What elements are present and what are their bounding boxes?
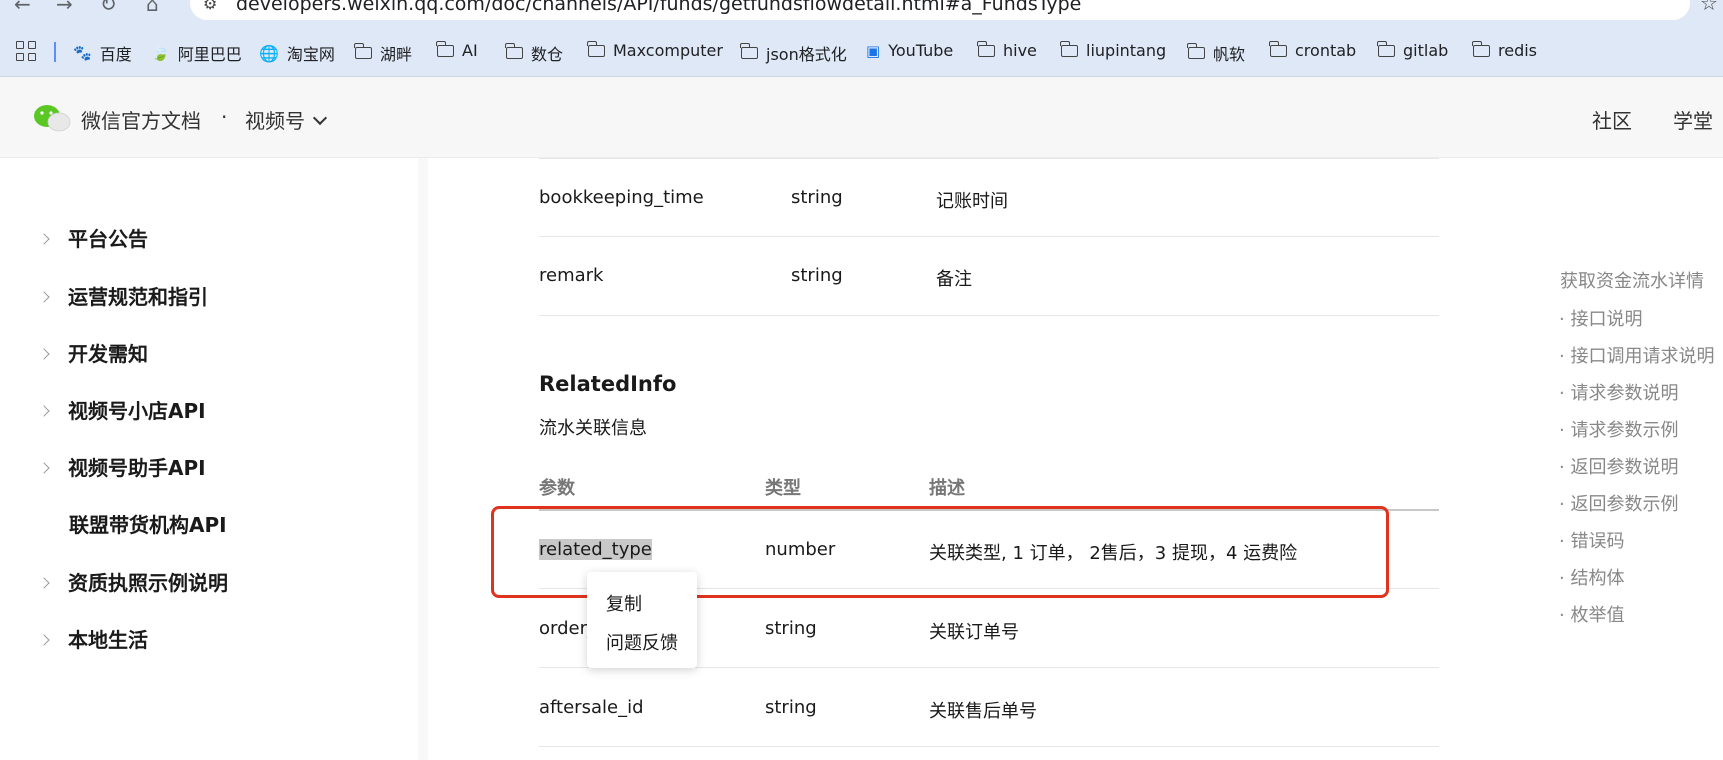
bookmark-hupan[interactable]: 湖畔 xyxy=(354,41,412,65)
chevron-right-icon xyxy=(38,233,50,245)
bookmark-crontab[interactable]: crontab xyxy=(1269,40,1356,60)
alibaba-icon: 🍃 xyxy=(151,44,170,62)
section-subtitle: 流水关联信息 xyxy=(539,418,647,439)
section-title: RelatedInfo xyxy=(539,372,677,396)
bookmark-liupintang[interactable]: liupintang xyxy=(1060,40,1166,60)
table-cell-param: bookkeeping_time xyxy=(539,187,704,208)
table-header-desc: 描述 xyxy=(929,478,965,499)
section-dropdown[interactable]: 视频号 xyxy=(245,105,328,134)
site-info-icon[interactable]: ⚙ xyxy=(203,0,217,13)
table-cell-type: string xyxy=(765,697,817,718)
baidu-icon: 🐾 xyxy=(73,44,92,62)
folder-icon xyxy=(1377,40,1395,57)
folder-icon xyxy=(1187,43,1205,59)
sidebar-divider xyxy=(418,158,428,760)
bookmark-hive[interactable]: hive xyxy=(977,40,1037,60)
table-cell-desc: 记账时间 xyxy=(936,191,1008,212)
sidebar-item-shop-api[interactable]: 视频号小店API xyxy=(38,395,206,424)
apps-icon[interactable] xyxy=(16,41,36,61)
chevron-right-icon xyxy=(38,577,50,589)
table-cell-param: aftersale_id xyxy=(539,697,644,718)
chevron-right-icon xyxy=(38,634,50,646)
sidebar-item-dev-notes[interactable]: 开发需知 xyxy=(38,338,148,367)
url-text[interactable]: developers.weixin.qq.com/doc/channels/AP… xyxy=(236,0,1081,15)
context-menu-feedback[interactable]: 问题反馈 xyxy=(606,629,678,655)
table-cell-type: string xyxy=(791,265,843,286)
site-brand[interactable]: 微信官方文档 xyxy=(81,105,201,134)
section-label: 视频号 xyxy=(245,109,305,133)
toc-item[interactable]: · 请求参数说明 xyxy=(1559,379,1678,405)
youtube-icon: ▣ xyxy=(866,41,881,60)
table-cell-desc: 关联订单号 xyxy=(929,622,1019,643)
chevron-right-icon xyxy=(38,405,50,417)
context-menu: 复制 问题反馈 xyxy=(587,572,697,668)
bookmark-shucang[interactable]: 数仓 xyxy=(505,41,563,65)
toc-item[interactable]: · 请求参数示例 xyxy=(1559,416,1678,442)
chevron-right-icon xyxy=(38,462,50,474)
folder-icon xyxy=(977,40,995,57)
table-cell-type: string xyxy=(765,618,817,639)
table-cell-param: remark xyxy=(539,265,604,286)
folder-icon xyxy=(436,40,454,57)
sidebar-item-assistant-api[interactable]: 视频号助手API xyxy=(38,452,206,481)
sidebar-item-alliance-api[interactable]: 联盟带货机构API xyxy=(40,509,227,538)
table-divider xyxy=(539,315,1439,316)
folder-icon xyxy=(1269,40,1287,57)
bookmark-maxcomputer[interactable]: Maxcomputer xyxy=(587,40,723,60)
toc-item[interactable]: · 返回参数说明 xyxy=(1559,453,1678,479)
chevron-right-icon xyxy=(38,348,50,360)
bookmark-ai[interactable]: AI xyxy=(436,40,478,60)
nav-community[interactable]: 社区 xyxy=(1592,105,1632,134)
chevron-down-icon xyxy=(312,110,328,126)
folder-icon xyxy=(1472,40,1490,57)
table-cell-desc: 关联售后单号 xyxy=(929,701,1037,722)
sidebar-item-operation-guide[interactable]: 运营规范和指引 xyxy=(38,281,208,310)
bookmark-taobao[interactable]: 🌐 淘宝网 xyxy=(259,41,335,65)
table-header-type: 类型 xyxy=(765,478,801,499)
table-cell-type: string xyxy=(791,187,843,208)
folder-icon xyxy=(740,43,758,59)
bookmarks-separator xyxy=(54,42,56,62)
browser-toolbar: ← → ↻ ⌂ ⚙ developers.weixin.qq.com/doc/c… xyxy=(0,0,1723,22)
folder-icon xyxy=(505,43,523,59)
reload-icon[interactable]: ↻ xyxy=(100,0,117,16)
bookmark-star-icon[interactable]: ☆ xyxy=(1700,0,1718,15)
table-divider xyxy=(539,158,1439,159)
table-divider xyxy=(539,236,1439,237)
bookmark-json[interactable]: json格式化 xyxy=(740,41,847,65)
bookmark-alibaba[interactable]: 🍃 阿里巴巴 xyxy=(151,41,242,65)
home-icon[interactable]: ⌂ xyxy=(146,0,159,16)
context-menu-copy[interactable]: 复制 xyxy=(606,590,642,616)
sidebar-item-local-life[interactable]: 本地生活 xyxy=(38,624,148,653)
table-header-param: 参数 xyxy=(539,478,575,499)
toc-item[interactable]: · 返回参数示例 xyxy=(1559,490,1678,516)
table-divider xyxy=(539,746,1439,747)
nav-school[interactable]: 学堂 xyxy=(1673,105,1713,134)
bookmark-youtube[interactable]: ▣ YouTube xyxy=(866,41,953,60)
wechat-logo-icon[interactable] xyxy=(32,103,72,133)
sidebar-item-license-examples[interactable]: 资质执照示例说明 xyxy=(38,567,228,596)
bookmark-baidu[interactable]: 🐾 百度 xyxy=(73,41,132,65)
brand-dot: · xyxy=(221,105,228,129)
globe-icon: 🌐 xyxy=(259,43,279,63)
sidebar-item-announcement[interactable]: 平台公告 xyxy=(38,223,148,252)
chevron-right-icon xyxy=(38,291,50,303)
bookmark-fanruan[interactable]: 帆软 xyxy=(1187,41,1245,65)
table-cell-desc: 备注 xyxy=(936,269,972,290)
folder-icon xyxy=(587,40,605,57)
toc-item[interactable]: · 接口说明 xyxy=(1559,305,1642,331)
toc-item[interactable]: · 结构体 xyxy=(1559,564,1624,590)
toc-item[interactable]: · 枚举值 xyxy=(1559,601,1624,627)
bookmark-redis[interactable]: redis xyxy=(1472,40,1537,60)
folder-icon xyxy=(1060,40,1078,57)
bookmark-gitlab[interactable]: gitlab xyxy=(1377,40,1448,60)
back-icon[interactable]: ← xyxy=(14,0,31,16)
bookmarks-bar: 🐾 百度 🍃 阿里巴巴 🌐 淘宝网 湖畔 AI 数仓 Maxcomputer json… xyxy=(0,22,1723,77)
toc-item[interactable]: · 接口调用请求说明 xyxy=(1559,342,1714,368)
forward-icon[interactable]: → xyxy=(56,0,73,16)
toc-title[interactable]: 获取资金流水详情 xyxy=(1560,267,1704,293)
toc-item[interactable]: · 错误码 xyxy=(1559,527,1624,553)
folder-icon xyxy=(354,43,372,59)
